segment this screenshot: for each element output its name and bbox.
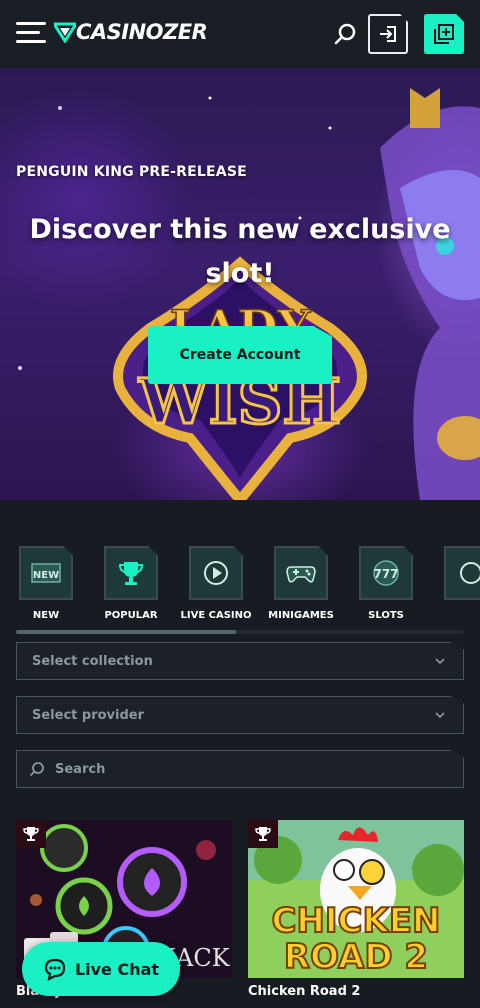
register-button[interactable] xyxy=(424,14,464,54)
category-label: LIVE CASINO xyxy=(180,610,252,621)
game-art-text-road: ROAD 2 xyxy=(284,937,428,977)
search-input[interactable]: Search xyxy=(16,750,464,788)
login-icon xyxy=(380,26,396,42)
category-live-casino[interactable]: LIVE CASINO xyxy=(176,546,256,621)
game-title: Chicken Road 2 xyxy=(248,984,361,999)
category-popular[interactable]: POPULAR xyxy=(91,546,171,621)
svg-text:NEW: NEW xyxy=(33,570,59,581)
search-placeholder: Search xyxy=(55,761,106,777)
live-chat-label: Live Chat xyxy=(74,959,160,979)
collection-select-label: Select collection xyxy=(32,653,153,669)
login-button[interactable] xyxy=(368,14,408,54)
play-icon xyxy=(189,546,243,600)
game-art-text-chicken: CHICKEN xyxy=(271,901,440,941)
game-thumbnail: CHICKEN ROAD 2 xyxy=(248,820,464,978)
create-account-button[interactable]: Create Account xyxy=(148,326,332,384)
category-label: NEW xyxy=(32,610,60,621)
chevron-down-icon xyxy=(435,658,445,665)
logo[interactable]: CASINOZER xyxy=(54,20,208,44)
slot-777-icon: 777 xyxy=(359,546,413,600)
trophy-icon xyxy=(16,820,46,848)
chevron-down-icon xyxy=(435,712,445,719)
hero-kicker: PENGUIN KING PRE-RELEASE xyxy=(16,164,247,180)
category-more[interactable] xyxy=(431,546,480,610)
category-scroll-thumb[interactable] xyxy=(16,630,236,634)
game-tile-chicken-road-2[interactable]: CHICKEN ROAD 2 Chicken Road 2 xyxy=(248,820,464,1008)
trophy-icon xyxy=(248,820,278,848)
provider-select[interactable]: Select provider xyxy=(16,696,464,734)
search-icon[interactable] xyxy=(334,22,358,46)
add-user-icon xyxy=(434,24,454,44)
top-header: CASINOZER xyxy=(0,0,480,68)
category-label: SLOTS xyxy=(368,610,404,621)
logo-text: CASINOZER xyxy=(76,20,208,44)
category-new[interactable]: NEW NEW xyxy=(6,546,86,621)
category-strip[interactable]: NEW NEW POPULAR LIVE CASINO MINIGAMES 77… xyxy=(0,546,480,630)
collection-select[interactable]: Select collection xyxy=(16,642,464,680)
category-minigames[interactable]: MINIGAMES xyxy=(261,546,341,621)
hamburger-icon[interactable] xyxy=(16,22,46,46)
search-icon xyxy=(29,762,44,777)
hero-banner[interactable]: LADY WISH PENGUIN KING PRE-RELEASE Disco… xyxy=(0,68,480,500)
new-badge-icon: NEW xyxy=(19,546,73,600)
gamepad-icon xyxy=(274,546,328,600)
category-slots[interactable]: 777 SLOTS xyxy=(346,546,426,621)
chat-bubble-icon xyxy=(44,958,66,981)
live-chat-button[interactable]: Live Chat xyxy=(22,942,180,996)
svg-text:777: 777 xyxy=(373,567,398,581)
category-label: POPULAR xyxy=(104,610,158,621)
logo-mark-icon xyxy=(54,22,76,43)
more-icon xyxy=(444,546,480,600)
provider-select-label: Select provider xyxy=(32,707,145,723)
trophy-icon xyxy=(104,546,158,600)
hero-title: Discover this new exclusive slot! xyxy=(29,214,451,289)
category-label: MINIGAMES xyxy=(268,610,334,621)
